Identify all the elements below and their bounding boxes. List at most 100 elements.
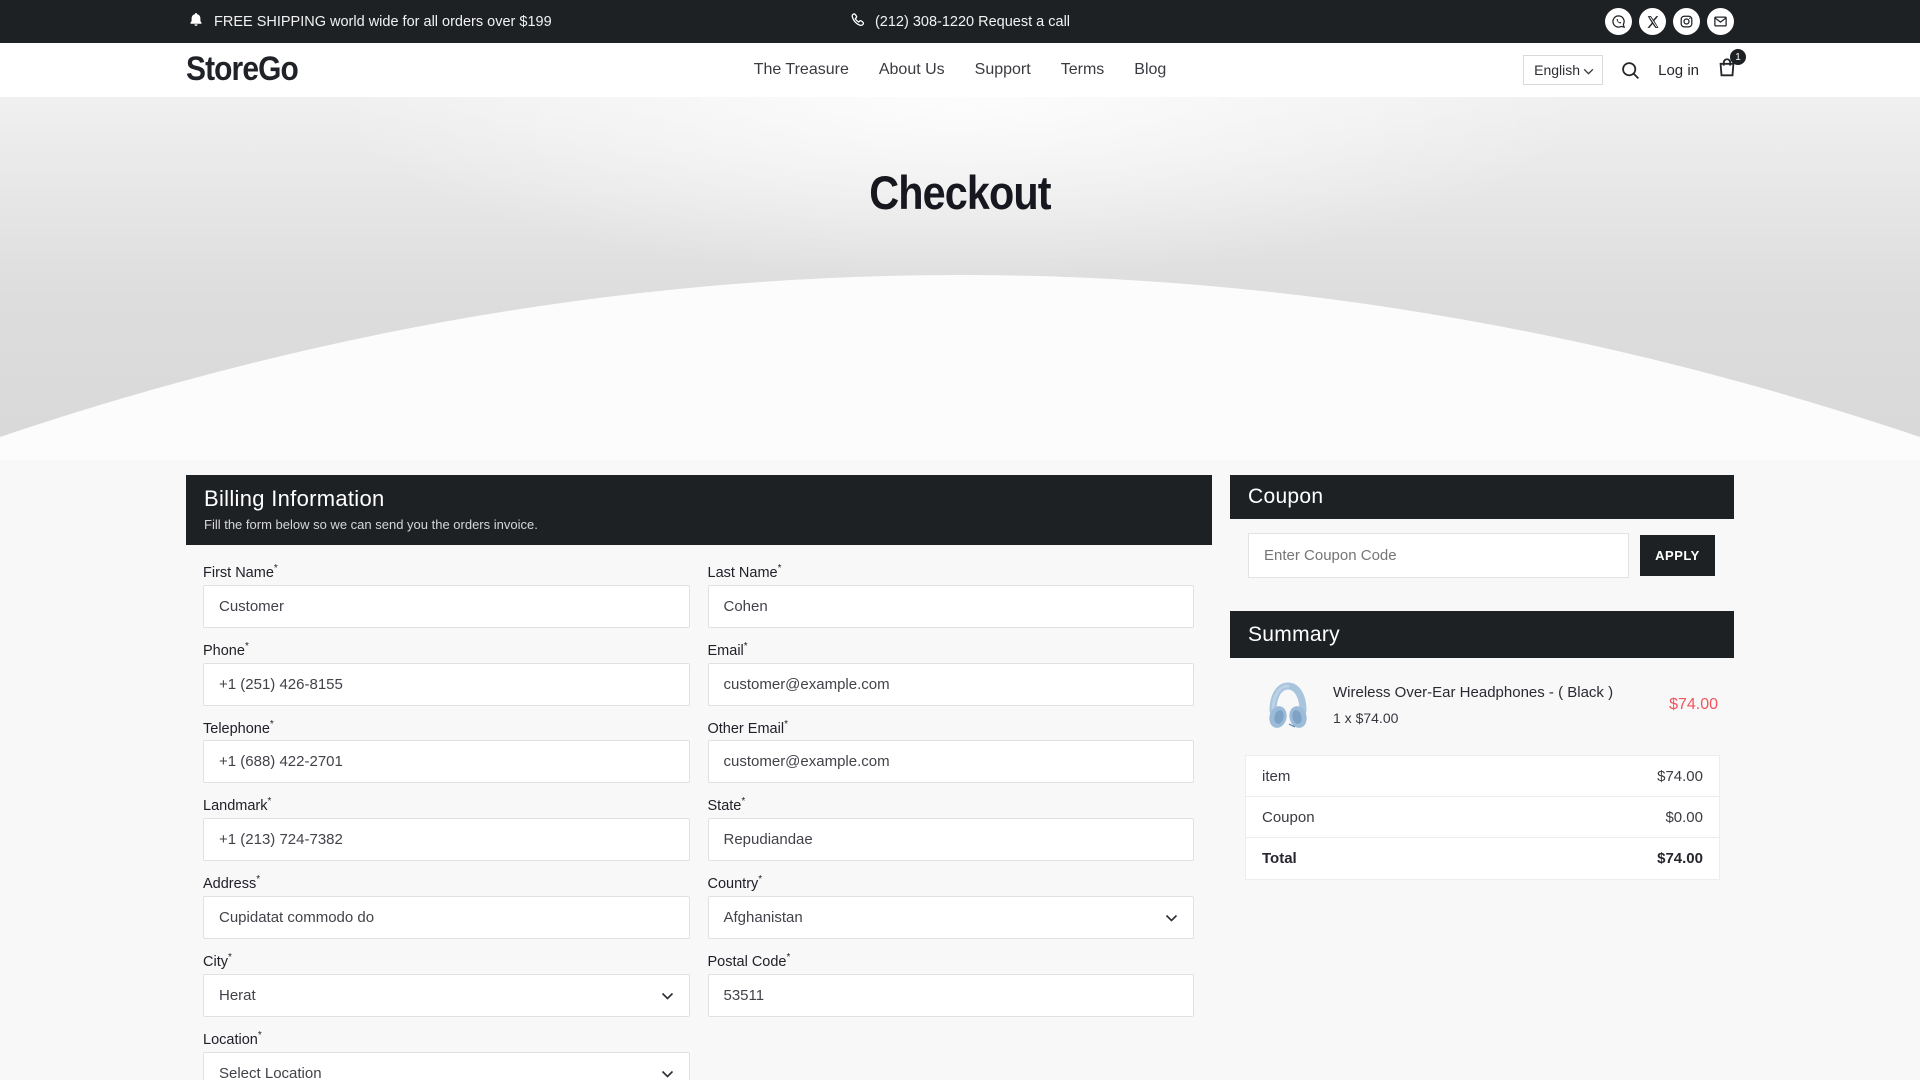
header-controls: English Log in 1 (1523, 43, 1738, 97)
phone-icon (850, 12, 866, 32)
chevron-down-icon (661, 1065, 674, 1080)
other-email-input[interactable] (708, 740, 1195, 783)
address-label: Address (203, 876, 256, 892)
state-input[interactable] (708, 818, 1195, 861)
phone-input[interactable] (203, 663, 690, 706)
main-nav: The Treasure About Us Support Terms Blog (754, 43, 1167, 97)
login-link[interactable]: Log in (1658, 62, 1699, 79)
x-twitter-icon[interactable] (1639, 8, 1666, 35)
other-email-label: Other Email (708, 720, 785, 736)
required-asterisk: * (778, 563, 782, 574)
first-name-input[interactable] (203, 585, 690, 628)
location-value: Select Location (219, 1065, 322, 1080)
field-last-name: Last Name* (708, 563, 1195, 628)
field-email: Email* (708, 641, 1195, 706)
totals-row-item: item $74.00 (1246, 756, 1719, 797)
nav-item-about-us[interactable]: About Us (879, 61, 945, 79)
totals-total-value: $74.00 (1657, 850, 1703, 867)
email-input[interactable] (708, 663, 1195, 706)
nav-item-support[interactable]: Support (975, 61, 1031, 79)
required-asterisk: * (267, 796, 271, 807)
landmark-label: Landmark (203, 798, 267, 814)
postal-code-label: Postal Code (708, 954, 787, 970)
country-value: Afghanistan (724, 909, 803, 926)
field-phone: Phone* (203, 641, 690, 706)
cart-button[interactable]: 1 (1716, 56, 1738, 84)
search-icon[interactable] (1620, 60, 1641, 81)
country-select[interactable]: Afghanistan (708, 896, 1195, 939)
required-asterisk: * (787, 952, 791, 963)
page-title: Checkout (115, 165, 1805, 220)
totals-coupon-value: $0.00 (1665, 809, 1703, 826)
checkout-sidebar: Coupon APPLY Summary (1230, 475, 1734, 880)
apply-coupon-button[interactable]: APPLY (1640, 535, 1715, 576)
billing-title: Billing Information (204, 486, 1194, 512)
instagram-icon[interactable] (1673, 8, 1700, 35)
city-value: Herat (219, 987, 256, 1004)
chevron-down-icon (1165, 909, 1178, 926)
request-call-text: (212) 308-1220 Request a call (875, 14, 1070, 30)
field-other-email: Other Email* (708, 719, 1195, 784)
field-city: City* Herat (203, 952, 690, 1017)
chevron-down-icon (1583, 62, 1594, 78)
language-value: English (1534, 62, 1580, 78)
required-asterisk: * (258, 1030, 262, 1041)
totals-item-label: item (1262, 768, 1290, 785)
hero-curve-shape (0, 97, 1920, 460)
totals-table: item $74.00 Coupon $0.00 Total $74.00 (1245, 755, 1720, 880)
required-asterisk: * (228, 952, 232, 963)
nav-item-the-treasure[interactable]: The Treasure (754, 61, 849, 79)
last-name-label: Last Name (708, 565, 778, 581)
totals-coupon-label: Coupon (1262, 809, 1315, 826)
field-location: Location* Select Location (203, 1030, 690, 1080)
telephone-input[interactable] (203, 740, 690, 783)
billing-form: First Name* Last Name* Phone* Email* Tel… (186, 545, 1212, 1080)
first-name-label: First Name (203, 565, 274, 581)
site-header: StoreGo The Treasure About Us Support Te… (0, 43, 1920, 97)
cart-item-info: Wireless Over-Ear Headphones - ( Black )… (1333, 684, 1639, 726)
billing-section: Billing Information Fill the form below … (186, 475, 1212, 1080)
nav-item-terms[interactable]: Terms (1061, 61, 1105, 79)
headphones-product-image (1265, 677, 1311, 733)
totals-row-coupon: Coupon $0.00 (1246, 797, 1719, 838)
required-asterisk: * (256, 874, 260, 885)
billing-subtitle: Fill the form below so we can send you t… (204, 517, 1194, 532)
coupon-code-input[interactable] (1248, 533, 1629, 578)
store-logo[interactable]: StoreGo (186, 50, 298, 89)
address-input[interactable] (203, 896, 690, 939)
cart-count-badge: 1 (1730, 49, 1746, 65)
main-content: Billing Information Fill the form below … (0, 460, 1920, 1080)
phone-label: Phone (203, 643, 245, 659)
required-asterisk: * (758, 874, 762, 885)
social-links (1605, 8, 1734, 35)
cart-item-name: Wireless Over-Ear Headphones - ( Black ) (1333, 684, 1639, 701)
required-asterisk: * (274, 563, 278, 574)
language-select[interactable]: English (1523, 55, 1603, 85)
summary-title: Summary (1230, 611, 1734, 658)
required-asterisk: * (245, 641, 249, 652)
required-asterisk: * (270, 719, 274, 730)
top-announcement-bar: FREE SHIPPING world wide for all orders … (0, 0, 1920, 43)
last-name-input[interactable] (708, 585, 1195, 628)
telephone-label: Telephone (203, 720, 270, 736)
landmark-input[interactable] (203, 818, 690, 861)
required-asterisk: * (744, 641, 748, 652)
state-label: State (708, 798, 742, 814)
required-asterisk: * (741, 796, 745, 807)
location-select[interactable]: Select Location (203, 1052, 690, 1080)
location-label: Location (203, 1032, 258, 1048)
cart-item-price: $74.00 (1669, 696, 1718, 714)
coupon-section: Coupon APPLY (1230, 475, 1734, 578)
postal-code-input[interactable] (708, 974, 1195, 1017)
field-landmark: Landmark* (203, 796, 690, 861)
totals-item-value: $74.00 (1657, 768, 1703, 785)
field-postal-code: Postal Code* (708, 952, 1195, 1017)
nav-item-blog[interactable]: Blog (1134, 61, 1166, 79)
totals-total-label: Total (1262, 850, 1297, 867)
cart-item: Wireless Over-Ear Headphones - ( Black )… (1230, 658, 1734, 753)
whatsapp-icon[interactable] (1605, 8, 1632, 35)
email-icon[interactable] (1707, 8, 1734, 35)
coupon-form: APPLY (1248, 533, 1715, 578)
city-select[interactable]: Herat (203, 974, 690, 1017)
field-country: Country* Afghanistan (708, 874, 1195, 939)
